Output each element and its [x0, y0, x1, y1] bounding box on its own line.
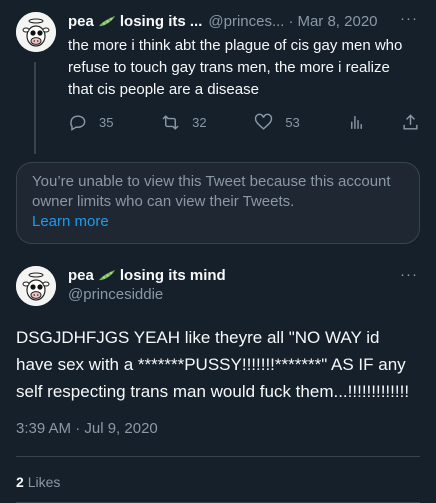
reply-count: 35 — [99, 114, 114, 130]
avatar-cow-drawing — [16, 12, 56, 52]
tweet-timestamp[interactable]: 3:39 AM · Jul 9, 2020 — [16, 420, 158, 437]
unavailable-tweet-notice: You’re unable to view this Tweet because… — [16, 162, 420, 244]
likes-stat[interactable]: 2 Likes — [16, 474, 60, 490]
learn-more-link[interactable]: Learn more — [32, 212, 404, 232]
tweet-actions: 35 32 53 — [68, 110, 420, 134]
tweet-header: pea losing its mind @princesiddie — [68, 264, 420, 306]
more-icon[interactable]: ··· — [400, 266, 418, 283]
avatar[interactable] — [16, 12, 56, 52]
separator-dot: · — [288, 12, 294, 30]
retweet-button[interactable]: 32 — [161, 113, 254, 132]
pea-pod-icon — [98, 16, 115, 27]
reply-button[interactable]: 35 — [68, 113, 161, 132]
tweet-header: pea losing its ... @princes... · Mar 8, … — [68, 10, 420, 32]
analytics-button[interactable] — [347, 113, 401, 132]
user-handle[interactable]: @princesiddie — [68, 286, 420, 306]
pea-pod-icon — [98, 270, 115, 281]
retweet-count: 32 — [192, 114, 207, 130]
user-handle[interactable]: @princes... — [208, 13, 284, 30]
display-name-rest[interactable]: losing its mind — [120, 267, 226, 284]
reply-icon — [70, 114, 86, 131]
divider — [16, 456, 420, 457]
display-name-rest[interactable]: losing its ... — [120, 13, 203, 30]
avatar-cow-drawing — [16, 266, 56, 306]
avatar[interactable] — [16, 266, 56, 306]
share-button[interactable] — [401, 113, 420, 132]
display-name-row: pea losing its mind — [68, 264, 420, 286]
likes-count: 2 — [16, 474, 24, 490]
unavailable-message: You’re unable to view this Tweet because… — [32, 173, 391, 210]
display-name[interactable]: pea — [68, 267, 94, 284]
likes-label: Likes — [27, 474, 61, 490]
tweet-date[interactable]: Mar 8, 2020 — [297, 13, 377, 30]
retweet-icon — [162, 114, 179, 130]
tweet-text: DSGJDHFJGS YEAH like theyre all "NO WAY … — [16, 328, 410, 401]
display-name[interactable]: pea — [68, 13, 94, 30]
like-button[interactable]: 53 — [254, 113, 347, 132]
analytics-icon — [351, 115, 363, 129]
like-count: 53 — [285, 114, 300, 130]
share-icon — [403, 113, 418, 130]
tweet-text: the more i think abt the plague of cis g… — [68, 37, 403, 98]
more-icon[interactable]: ··· — [400, 10, 418, 27]
like-icon — [255, 113, 273, 130]
tweet-parent[interactable]: pea losing its ... @princes... · Mar 8, … — [0, 0, 436, 154]
thread-connector-line — [34, 62, 36, 154]
